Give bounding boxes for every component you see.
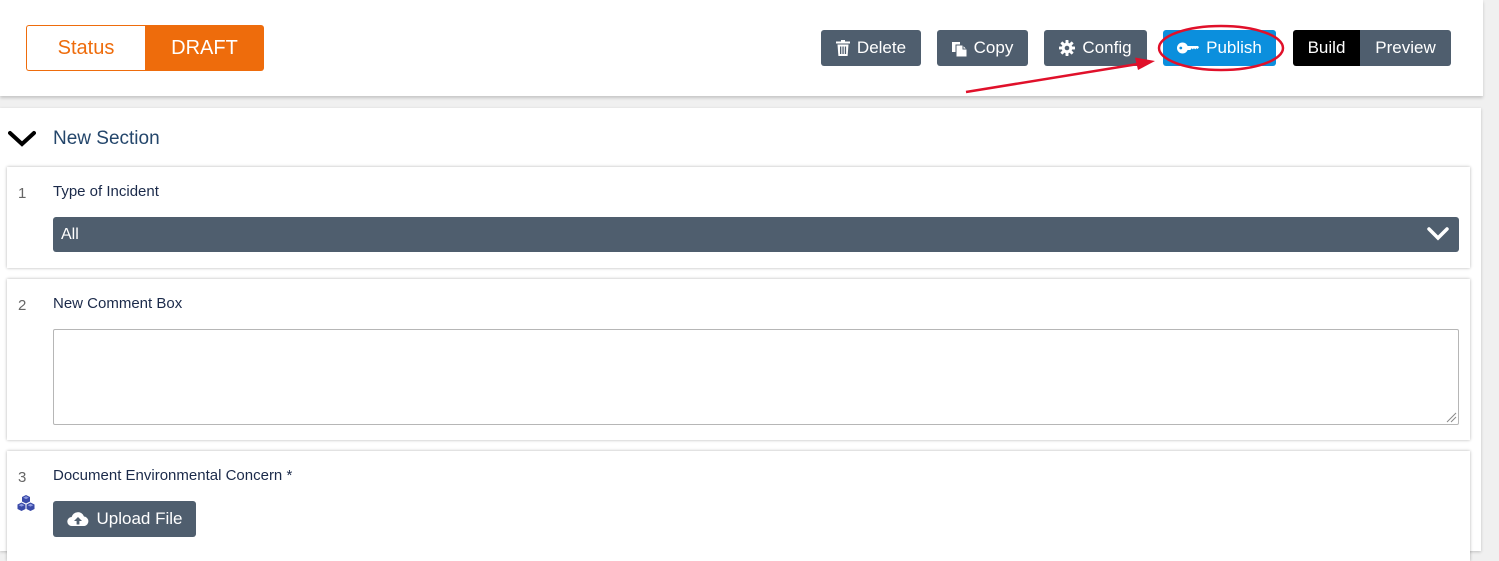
preview-tab[interactable]: Preview bbox=[1360, 30, 1451, 66]
question-label: Document Environmental Concern * bbox=[53, 467, 293, 484]
status-label: Status bbox=[26, 25, 145, 71]
question-label: New Comment Box bbox=[53, 295, 183, 312]
status-indicator: Status DRAFT bbox=[26, 25, 264, 71]
publish-button[interactable]: Publish bbox=[1163, 30, 1276, 66]
select-value: All bbox=[61, 225, 79, 243]
config-button[interactable]: Config bbox=[1044, 30, 1147, 66]
build-tab[interactable]: Build bbox=[1293, 30, 1360, 66]
cloud-upload-icon bbox=[66, 512, 88, 527]
config-label: Config bbox=[1082, 38, 1132, 57]
question-card: 2 New Comment Box bbox=[7, 279, 1470, 440]
copy-icon bbox=[951, 41, 967, 57]
copy-button[interactable]: Copy bbox=[937, 30, 1028, 66]
resize-grip-icon[interactable] bbox=[1445, 411, 1457, 423]
form-section: New Section 1 Type of Incident All 2 New… bbox=[0, 108, 1481, 561]
copy-label: Copy bbox=[973, 38, 1014, 57]
status-badge: DRAFT bbox=[145, 25, 264, 71]
question-card: 3 Document Environmental Concern * Uploa… bbox=[7, 451, 1470, 561]
chevron-down-icon bbox=[1427, 227, 1449, 241]
chevron-down-icon[interactable] bbox=[8, 130, 36, 148]
cubes-icon bbox=[17, 495, 35, 511]
gear-icon bbox=[1059, 40, 1076, 56]
mode-toggle: Build Preview bbox=[1293, 30, 1451, 66]
section-header[interactable]: New Section bbox=[8, 124, 160, 154]
upload-file-button[interactable]: Upload File bbox=[53, 501, 196, 537]
question-number: 3 bbox=[18, 469, 27, 486]
comment-textarea[interactable] bbox=[53, 329, 1459, 425]
upload-file-label: Upload File bbox=[96, 509, 183, 528]
delete-button[interactable]: Delete bbox=[821, 30, 921, 66]
question-label: Type of Incident bbox=[53, 183, 159, 200]
delete-label: Delete bbox=[856, 38, 907, 57]
publish-label: Publish bbox=[1206, 38, 1262, 57]
trash-icon bbox=[835, 40, 850, 56]
incident-type-select[interactable]: All bbox=[53, 217, 1459, 252]
toolbar: Status DRAFT Delete Copy Config Publish … bbox=[0, 0, 1483, 96]
question-number: 2 bbox=[18, 297, 27, 314]
question-number: 1 bbox=[18, 185, 27, 202]
question-card: 1 Type of Incident All bbox=[7, 167, 1470, 268]
section-title: New Section bbox=[53, 128, 160, 149]
key-icon bbox=[1177, 42, 1200, 54]
